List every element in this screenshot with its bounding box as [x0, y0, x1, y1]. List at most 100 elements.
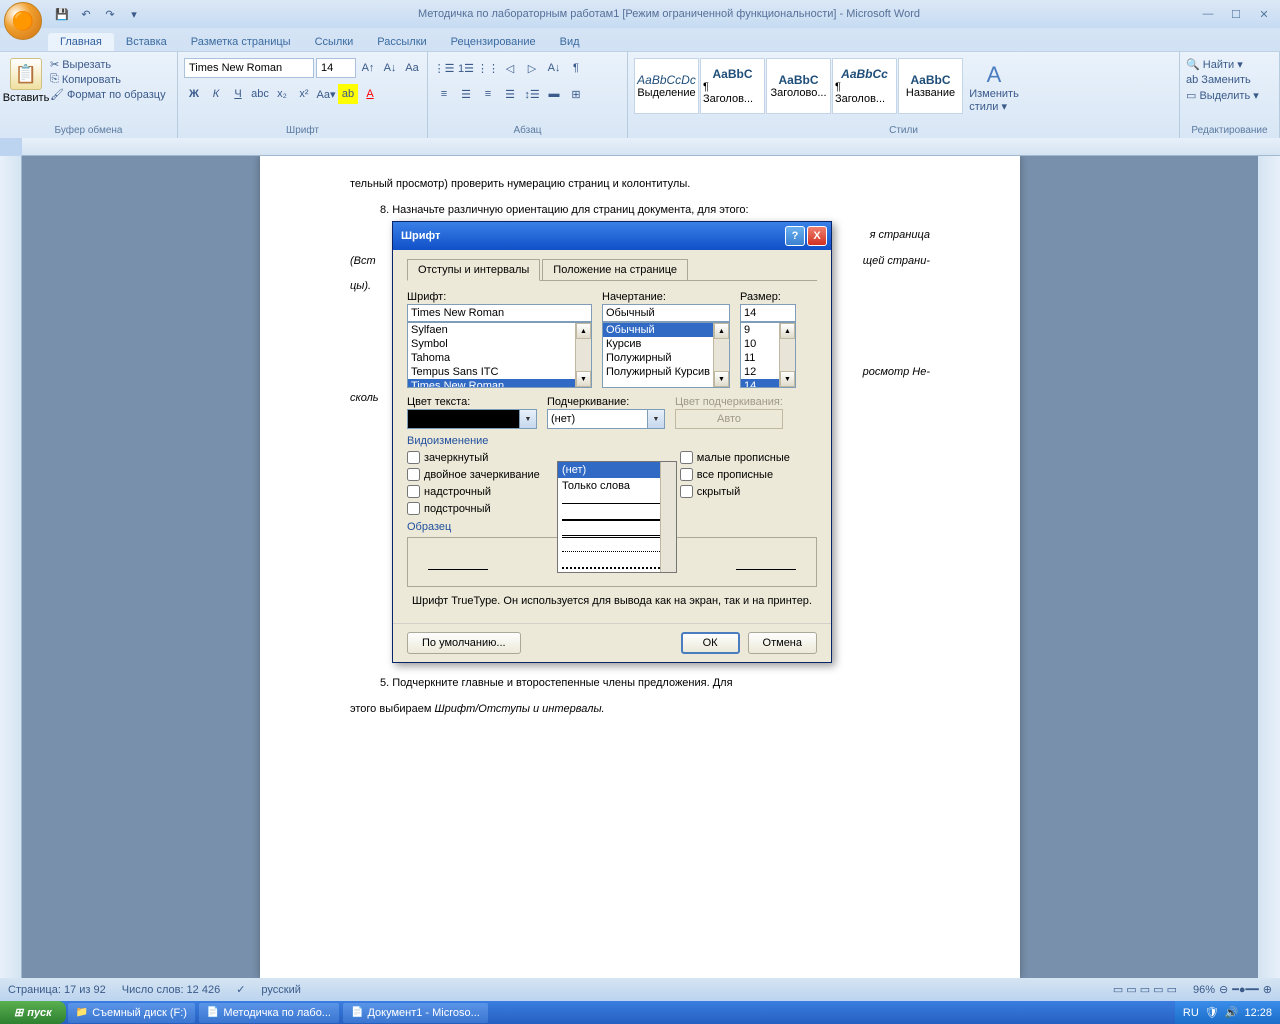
undo-icon[interactable]: ↶ [78, 6, 94, 22]
tab-review[interactable]: Рецензирование [439, 33, 548, 51]
dialog-tab-position[interactable]: Положение на странице [542, 259, 688, 281]
format-painter-button[interactable]: 🖌Формат по образцу [50, 88, 166, 101]
close-button[interactable]: ✕ [1252, 5, 1276, 23]
allcaps-checkbox[interactable]: все прописные [680, 468, 790, 481]
dialog-close-button[interactable]: X [807, 226, 827, 246]
font-listbox[interactable]: Sylfaen Symbol Tahoma Tempus Sans ITC Ti… [407, 322, 592, 388]
tray-clock[interactable]: 12:28 [1244, 1007, 1272, 1019]
tray-icon[interactable]: 🛡 [1205, 1006, 1219, 1019]
scrollbar[interactable] [575, 323, 591, 387]
dialog-help-button[interactable]: ? [785, 226, 805, 246]
list-item[interactable]: Полужирный Курсив [603, 365, 729, 379]
hidden-checkbox[interactable]: скрытый [680, 485, 790, 498]
taskbar-item[interactable]: 📄 Методичка по лабо... [199, 1003, 339, 1023]
show-marks-button[interactable]: ¶ [566, 58, 586, 78]
redo-icon[interactable]: ↷ [102, 6, 118, 22]
select-button[interactable]: ▭ Выделить ▾ [1186, 89, 1259, 102]
list-item[interactable]: Полужирный [603, 351, 729, 365]
tab-home[interactable]: Главная [48, 33, 114, 51]
language-status[interactable]: русский [261, 984, 300, 996]
list-item[interactable]: Tempus Sans ITC [408, 365, 591, 379]
zoom-slider[interactable]: ━●━━ [1232, 983, 1259, 996]
shading-button[interactable]: ▬ [544, 84, 564, 104]
font-size-combo[interactable]: 14 [316, 58, 356, 78]
minimize-button[interactable]: — [1196, 5, 1220, 23]
find-button[interactable]: 🔍 Найти ▾ [1186, 58, 1259, 71]
tab-view[interactable]: Вид [548, 33, 592, 51]
maximize-button[interactable]: ☐ [1224, 5, 1248, 23]
zoom-out-button[interactable]: ⊖ [1219, 983, 1228, 996]
tab-references[interactable]: Ссылки [303, 33, 366, 51]
tray-lang[interactable]: RU [1183, 1007, 1199, 1019]
cut-button[interactable]: ✂Вырезать [50, 58, 166, 71]
tray-icon[interactable]: 🔊 [1225, 1006, 1239, 1019]
borders-button[interactable]: ⊞ [566, 84, 586, 104]
scrollbar[interactable] [713, 323, 729, 387]
align-left-button[interactable]: ≡ [434, 84, 454, 104]
subscript-button[interactable]: x₂ [272, 84, 292, 104]
italic-button[interactable]: К [206, 84, 226, 104]
subscript-checkbox[interactable]: подстрочный [407, 502, 540, 515]
sort-button[interactable]: A↓ [544, 58, 564, 78]
style-item[interactable]: AaBbCc¶ Заголов... [832, 58, 897, 114]
text-color-combo[interactable] [407, 409, 537, 429]
style-gallery[interactable]: AaBbCcDcВыделение AaBbC¶ Заголов... AaBb… [634, 58, 963, 114]
list-item[interactable]: Курсив [603, 337, 729, 351]
highlight-button[interactable]: ab [338, 84, 358, 104]
change-case-button[interactable]: Aa▾ [316, 84, 336, 104]
word-count[interactable]: Число слов: 12 426 [122, 984, 220, 996]
scrollbar[interactable] [660, 462, 676, 572]
list-item[interactable]: Symbol [408, 337, 591, 351]
underline-button[interactable]: Ч [228, 84, 248, 104]
bold-button[interactable]: Ж [184, 84, 204, 104]
style-item[interactable]: AaBbCНазвание [898, 58, 963, 114]
justify-button[interactable]: ☰ [500, 84, 520, 104]
line-spacing-button[interactable]: ↕☰ [522, 84, 542, 104]
style-input[interactable] [602, 304, 730, 322]
dialog-tab-indents[interactable]: Отступы и интервалы [407, 259, 540, 281]
office-button[interactable]: 🟠 [4, 2, 42, 40]
font-combo[interactable]: Times New Roman [184, 58, 314, 78]
font-color-button[interactable]: A [360, 84, 380, 104]
list-item[interactable]: Sylfaen [408, 323, 591, 337]
style-item[interactable]: AaBbC¶ Заголов... [700, 58, 765, 114]
zoom-level[interactable]: 96% [1193, 984, 1215, 996]
superscript-button[interactable]: x² [294, 84, 314, 104]
horizontal-ruler[interactable] [22, 138, 1280, 156]
underline-option-dotted-thick[interactable] [562, 560, 672, 574]
underline-option-words[interactable]: Только слова [558, 478, 676, 494]
zoom-in-button[interactable]: ⊕ [1263, 983, 1272, 996]
ok-button[interactable]: ОК [681, 632, 740, 654]
start-button[interactable]: ⊞пуск [0, 1001, 66, 1024]
strike-button[interactable]: abc [250, 84, 270, 104]
align-right-button[interactable]: ≡ [478, 84, 498, 104]
vertical-ruler[interactable] [0, 156, 22, 978]
bullets-button[interactable]: ⋮☰ [434, 58, 454, 78]
underline-option-none[interactable]: (нет) [558, 462, 676, 478]
superscript-checkbox[interactable]: надстрочный [407, 485, 540, 498]
replace-button[interactable]: ab Заменить [1186, 74, 1259, 86]
page-status[interactable]: Страница: 17 из 92 [8, 984, 106, 996]
indent-left-button[interactable]: ◁ [500, 58, 520, 78]
numbering-button[interactable]: 1☰ [456, 58, 476, 78]
underline-option-dotted[interactable] [562, 544, 672, 558]
change-styles-button[interactable]: A Изменить стили ▾ [967, 58, 1021, 117]
strike-checkbox[interactable]: зачеркнутый [407, 451, 540, 464]
style-listbox[interactable]: Обычный Курсив Полужирный Полужирный Кур… [602, 322, 730, 388]
grow-font-icon[interactable]: A↑ [358, 58, 378, 78]
view-buttons[interactable]: ▭ ▭ ▭ ▭ ▭ [1113, 983, 1177, 996]
spell-check-icon[interactable]: ✓ [236, 983, 245, 996]
cancel-button[interactable]: Отмена [748, 632, 817, 654]
scrollbar[interactable] [779, 323, 795, 387]
align-center-button[interactable]: ☰ [456, 84, 476, 104]
double-strike-checkbox[interactable]: двойное зачеркивание [407, 468, 540, 481]
list-item[interactable]: Tahoma [408, 351, 591, 365]
font-input[interactable] [407, 304, 592, 322]
indent-right-button[interactable]: ▷ [522, 58, 542, 78]
copy-button[interactable]: ⎘Копировать [50, 73, 166, 86]
paste-button[interactable]: 📋 Вставить [6, 58, 46, 104]
qat-more-icon[interactable]: ▾ [126, 6, 142, 22]
list-item[interactable]: Обычный [603, 323, 729, 337]
underline-combo[interactable]: (нет) [547, 409, 665, 429]
default-button[interactable]: По умолчанию... [407, 632, 521, 654]
